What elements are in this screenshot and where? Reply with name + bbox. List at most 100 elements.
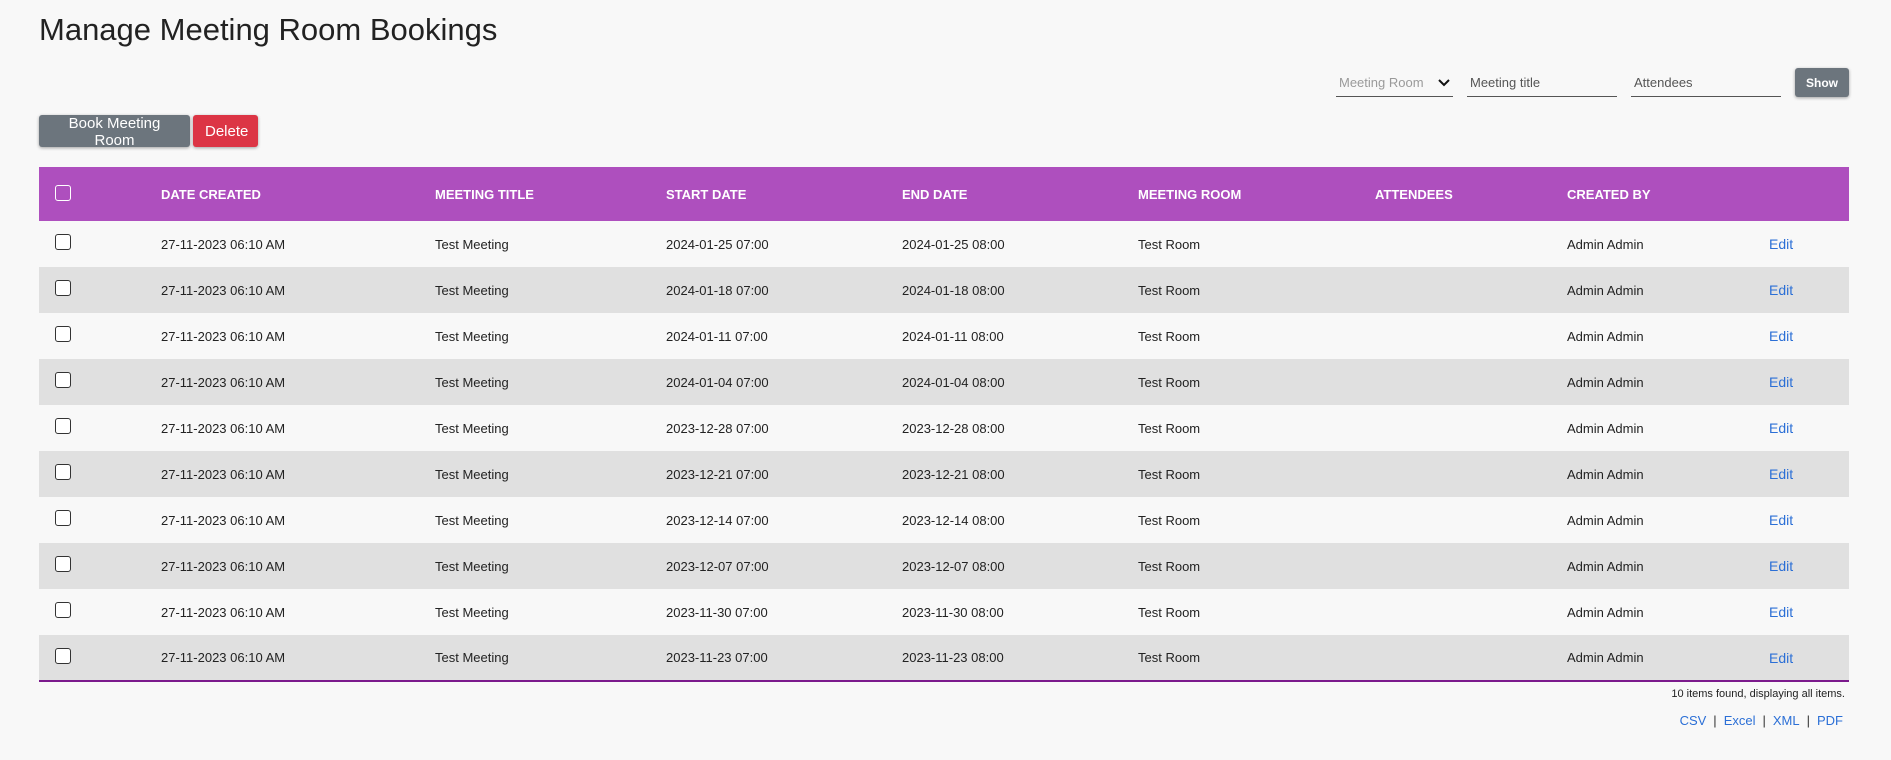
cell-start-date: 2023-11-23 07:00 — [666, 650, 768, 665]
row-select-cell — [39, 543, 161, 589]
column-header-attendees[interactable]: ATTENDEES — [1375, 167, 1567, 221]
cell-attendees — [1375, 451, 1567, 497]
cell-attendees — [1375, 313, 1567, 359]
cell-attendees — [1375, 497, 1567, 543]
cell-end-date: 2023-12-28 08:00 — [902, 420, 1005, 436]
export-xml-link[interactable]: XML — [1773, 713, 1800, 728]
book-meeting-room-button[interactable]: Book Meeting Room — [39, 115, 190, 149]
cell-actions: Edit — [1769, 589, 1849, 635]
table-header-row: DATE CREATED MEETING TITLE START DATE EN… — [39, 167, 1849, 221]
edit-link[interactable]: Edit — [1769, 512, 1793, 528]
table-row: 27-11-2023 06:10 AM Test Meeting 2023-11… — [39, 635, 1849, 681]
cell-date-created: 27-11-2023 06:10 AM — [161, 466, 286, 482]
row-select-cell — [39, 497, 161, 543]
cell-attendees — [1375, 221, 1567, 267]
cell-date-created: 27-11-2023 06:10 AM — [161, 558, 286, 574]
export-separator: | — [1713, 713, 1717, 728]
row-checkbox[interactable] — [55, 647, 71, 664]
cell-meeting-title: Test Meeting — [435, 512, 509, 528]
cell-created-by: Admin Admin — [1567, 420, 1644, 436]
cell-meeting-title: Test Meeting — [435, 328, 509, 344]
delete-button[interactable]: Delete — [193, 115, 258, 147]
cell-meeting-room: Test Room — [1138, 512, 1201, 528]
row-select-cell — [39, 635, 161, 681]
cell-created-by: Admin Admin — [1567, 512, 1644, 528]
cell-end-date: 2024-01-11 08:00 — [902, 328, 1004, 344]
cell-meeting-title: Test Meeting — [435, 236, 509, 252]
cell-start-date: 2023-12-28 07:00 — [666, 420, 769, 436]
column-header-meeting-room[interactable]: MEETING ROOM — [1138, 167, 1375, 221]
select-all-checkbox[interactable] — [55, 185, 71, 202]
table-row: 27-11-2023 06:10 AM Test Meeting 2023-12… — [39, 543, 1849, 589]
meeting-title-input[interactable] — [1467, 69, 1617, 97]
row-checkbox[interactable] — [55, 602, 71, 619]
row-checkbox[interactable] — [55, 418, 71, 435]
cell-date-created: 27-11-2023 06:10 AM — [161, 512, 286, 528]
edit-link[interactable]: Edit — [1769, 558, 1793, 574]
cell-actions: Edit — [1769, 451, 1849, 497]
action-bar: Book Meeting Room Delete — [39, 115, 258, 149]
edit-link[interactable]: Edit — [1769, 328, 1793, 344]
cell-start-date: 2023-12-14 07:00 — [666, 512, 769, 528]
cell-meeting-title: Test Meeting — [435, 420, 509, 436]
cell-actions: Edit — [1769, 497, 1849, 543]
row-checkbox[interactable] — [55, 280, 71, 297]
column-header-created-by[interactable]: CREATED BY — [1567, 167, 1769, 221]
edit-link[interactable]: Edit — [1769, 466, 1793, 482]
results-summary: 10 items found, displaying all items. — [1671, 688, 1845, 700]
export-excel-link[interactable]: Excel — [1724, 713, 1756, 728]
export-csv-link[interactable]: CSV — [1680, 713, 1707, 728]
cell-created-by: Admin Admin — [1567, 650, 1644, 665]
cell-date-created: 27-11-2023 06:10 AM — [161, 282, 286, 298]
cell-actions: Edit — [1769, 405, 1849, 451]
row-checkbox[interactable] — [55, 372, 71, 389]
row-select-cell — [39, 359, 161, 405]
meeting-room-select[interactable]: Meeting Room — [1336, 69, 1453, 97]
attendees-input[interactable] — [1631, 69, 1781, 97]
column-header-end-date[interactable]: END DATE — [902, 167, 1138, 221]
cell-start-date: 2023-12-07 07:00 — [666, 558, 769, 574]
cell-date-created: 27-11-2023 06:10 AM — [161, 374, 286, 390]
cell-created-by: Admin Admin — [1567, 328, 1644, 344]
cell-attendees — [1375, 267, 1567, 313]
cell-date-created: 27-11-2023 06:10 AM — [161, 650, 286, 665]
table-row: 27-11-2023 06:10 AM Test Meeting 2023-12… — [39, 451, 1849, 497]
row-checkbox[interactable] — [55, 234, 71, 251]
cell-actions: Edit — [1769, 221, 1849, 267]
edit-link[interactable]: Edit — [1769, 282, 1793, 298]
table-body: 27-11-2023 06:10 AM Test Meeting 2024-01… — [39, 221, 1849, 681]
cell-attendees — [1375, 635, 1567, 681]
row-checkbox[interactable] — [55, 556, 71, 573]
cell-meeting-title: Test Meeting — [435, 282, 509, 298]
cell-end-date: 2024-01-18 08:00 — [902, 282, 1005, 298]
cell-created-by: Admin Admin — [1567, 558, 1644, 574]
cell-start-date: 2024-01-11 07:00 — [666, 328, 768, 344]
cell-start-date: 2024-01-04 07:00 — [666, 374, 769, 390]
cell-end-date: 2023-11-30 08:00 — [902, 604, 1004, 620]
export-pdf-link[interactable]: PDF — [1817, 713, 1843, 728]
cell-attendees — [1375, 359, 1567, 405]
show-button[interactable]: Show — [1795, 68, 1849, 97]
cell-meeting-title: Test Meeting — [435, 604, 509, 620]
row-checkbox[interactable] — [55, 326, 71, 343]
cell-meeting-room: Test Room — [1138, 558, 1201, 574]
edit-link[interactable]: Edit — [1769, 420, 1793, 436]
row-checkbox[interactable] — [55, 464, 71, 481]
export-separator: | — [1762, 713, 1766, 728]
cell-meeting-room: Test Room — [1138, 282, 1201, 298]
cell-date-created: 27-11-2023 06:10 AM — [161, 604, 286, 620]
table-row: 27-11-2023 06:10 AM Test Meeting 2023-12… — [39, 405, 1849, 451]
edit-link[interactable]: Edit — [1769, 374, 1793, 390]
edit-link[interactable]: Edit — [1769, 650, 1793, 666]
column-header-start-date[interactable]: START DATE — [666, 167, 902, 221]
cell-created-by: Admin Admin — [1567, 282, 1644, 298]
cell-start-date: 2023-12-21 07:00 — [666, 466, 769, 482]
column-header-meeting-title[interactable]: MEETING TITLE — [435, 167, 666, 221]
edit-link[interactable]: Edit — [1769, 604, 1793, 620]
column-header-date-created[interactable]: DATE CREATED — [161, 167, 435, 221]
row-select-cell — [39, 313, 161, 359]
header-select-cell — [39, 167, 161, 221]
edit-link[interactable]: Edit — [1769, 236, 1793, 252]
cell-meeting-room: Test Room — [1138, 604, 1201, 620]
row-checkbox[interactable] — [55, 510, 71, 527]
